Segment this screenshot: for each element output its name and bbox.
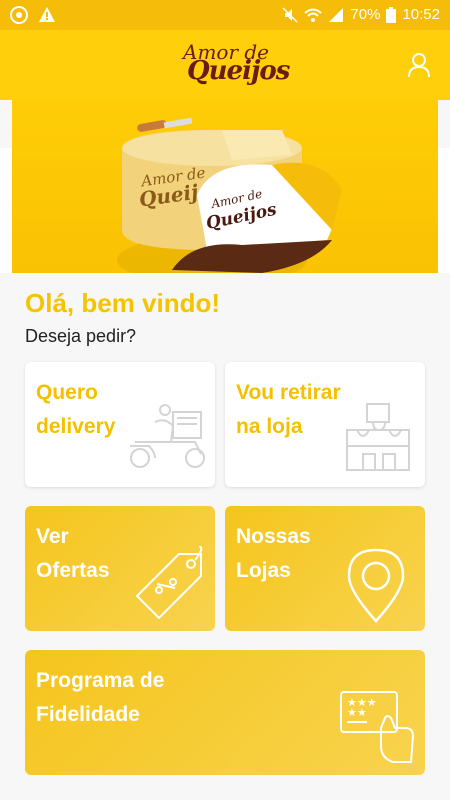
greeting-title: Olá, bem vindo! [25, 288, 221, 318]
hero-banner: Amor de Queijos Amor de Queijos [0, 100, 450, 273]
logo-line-2: Queijos [187, 56, 290, 86]
battery-percent: 70% [350, 6, 381, 23]
offers-card[interactable]: Ver Ofertas [25, 506, 215, 631]
signal-icon [329, 7, 344, 22]
store-pickup-card[interactable]: Vou retirar na loja [225, 362, 425, 487]
warning-icon [39, 7, 55, 22]
mute-icon [282, 6, 298, 23]
clock: 10:52 [402, 6, 440, 23]
delivery-scooter-icon [130, 404, 205, 468]
loyalty-card-icon: ★★★ ★★ [340, 691, 415, 763]
battery-icon [386, 6, 397, 23]
wifi-icon [304, 8, 323, 22]
map-pin-icon [347, 548, 405, 623]
cheese-and-cap-illustration: Amor de Queijos Amor de Queijos [117, 117, 342, 273]
our-stores-card[interactable]: Nossas Lojas [225, 506, 425, 631]
loyalty-program-card[interactable]: Programa de Fidelidade ★★★ ★★ [25, 650, 425, 775]
chrome-icon [10, 6, 28, 24]
store-pickup-icon [346, 403, 410, 471]
delivery-card[interactable]: Quero delivery [25, 362, 215, 487]
hero-image[interactable]: Amor de Queijos Amor de Queijos [12, 100, 438, 273]
status-bar: 70% 10:52 [0, 0, 450, 30]
user-profile-icon[interactable] [404, 50, 434, 80]
svg-text:★★: ★★ [347, 706, 367, 719]
brand-logo[interactable]: Amor de Queijos [183, 40, 290, 92]
greeting-subtitle: Deseja pedir? [25, 326, 137, 346]
price-tag-icon [135, 546, 203, 620]
